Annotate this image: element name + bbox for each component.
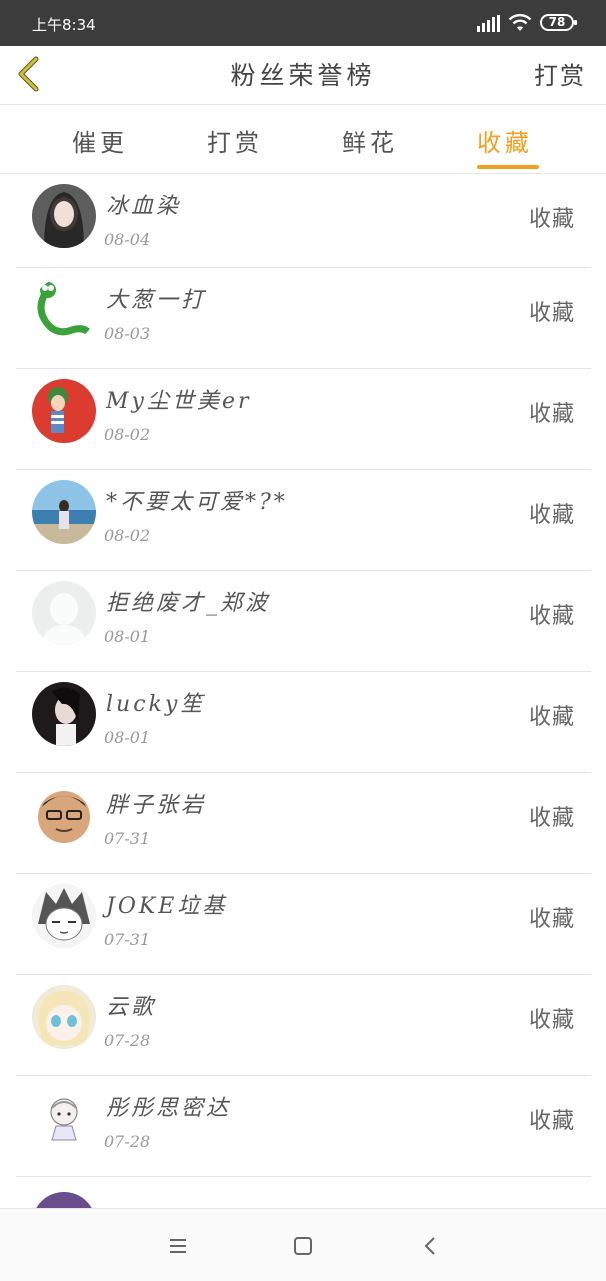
fan-name: JOKE垃基 [106,894,228,919]
list-item[interactable]: *不要太可爱*?* 08-02 收藏 [16,470,591,571]
fan-action: 收藏 [528,301,575,326]
status-bar: 上午8:34 78 [0,0,606,46]
reward-button[interactable]: 打赏 [534,56,586,91]
tab-bar: 催更 打赏 鲜花 收藏 [0,105,606,174]
list-item[interactable]: 拒绝废才_郑波 08-01 收藏 [16,571,591,672]
avatar [32,1086,96,1150]
fan-date: 08-02 [104,425,151,444]
avatar [32,379,96,443]
fan-name: *不要太可爱*?* [106,490,288,515]
avatar [32,278,96,342]
tab-reward[interactable]: 打赏 [207,123,263,158]
fan-name: 大葱一打 [106,288,207,313]
fan-date: 07-31 [104,829,151,848]
avatar [32,682,96,746]
fan-date: 07-28 [104,1132,151,1151]
signal-icon [477,15,501,32]
fan-action: 收藏 [528,503,575,528]
battery-level: 78 [548,15,566,29]
wifi-icon [508,14,532,31]
list-item[interactable]: lucky笙 08-01 收藏 [16,672,591,773]
avatar [32,480,96,544]
avatar [32,884,96,948]
back-icon[interactable] [416,1231,446,1261]
fan-action: 收藏 [528,1008,575,1033]
avatar [32,581,96,645]
fan-date: 08-04 [104,230,151,249]
avatar [32,783,96,847]
fan-action: 收藏 [528,907,575,932]
fan-name: 云歌 [106,995,157,1020]
fan-name: lucky笙 [106,692,206,717]
fan-name: My尘世美er [106,389,252,414]
fan-date: 07-28 [104,1031,151,1050]
list-item[interactable]: JOKE垃基 07-31 收藏 [16,874,591,975]
fan-name: 彤彤思密达 [106,1096,232,1121]
fan-date: 08-03 [104,324,151,343]
fan-action: 收藏 [528,402,575,427]
home-icon[interactable] [288,1231,318,1261]
header-bar: 粉丝荣誉榜 打赏 [0,46,606,105]
fan-action: 收藏 [528,604,575,629]
list-item[interactable]: My尘世美er 08-02 收藏 [16,369,591,470]
list-item[interactable]: 大葱一打 08-03 收藏 [16,268,591,369]
battery-icon: 78 [540,14,577,31]
status-time: 上午8:34 [32,16,96,34]
fan-date: 08-01 [104,728,151,747]
fan-date: 07-31 [104,930,151,949]
page-title: 粉丝荣誉榜 [230,61,376,90]
list-item[interactable]: 冰血染 08-04 收藏 [16,174,591,268]
fan-action: 收藏 [528,1109,575,1134]
tab-urge[interactable]: 催更 [72,123,128,158]
fan-list: 冰血染 08-04 收藏 大葱一打 08-03 收藏 My尘世美er 08-02… [16,174,591,1256]
fan-action: 收藏 [528,705,575,730]
fan-action: 收藏 [528,806,575,831]
fan-name: 胖子张岩 [106,793,207,818]
tab-favorites[interactable]: 收藏 [477,123,533,158]
list-item[interactable]: 胖子张岩 07-31 收藏 [16,773,591,874]
list-item[interactable]: 云歌 07-28 收藏 [16,975,591,1076]
active-tab-indicator [477,165,539,169]
avatar [32,985,96,1049]
fan-date: 08-02 [104,526,151,545]
navigation-bar [0,1208,606,1281]
fan-action: 收藏 [528,207,575,232]
list-item[interactable]: 彤彤思密达 07-28 收藏 [16,1076,591,1177]
tab-flowers[interactable]: 鲜花 [342,123,398,158]
avatar [32,184,96,248]
fan-date: 08-01 [104,627,151,646]
menu-icon[interactable] [163,1231,193,1261]
fan-name: 拒绝废才_郑波 [106,591,271,616]
fan-name: 冰血染 [106,194,182,219]
